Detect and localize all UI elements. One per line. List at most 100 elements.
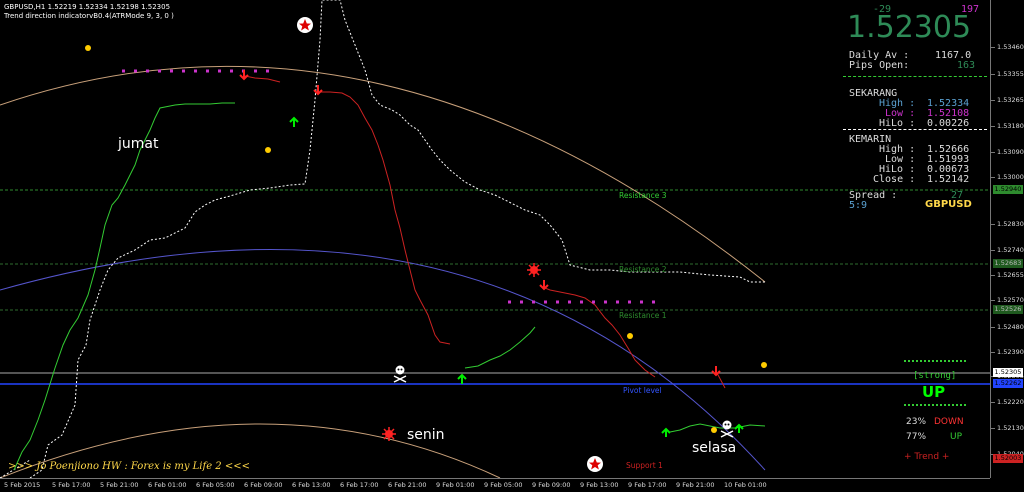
price-tick-mark [991, 352, 995, 353]
gold-dot [761, 362, 767, 368]
support1-label: Support 1 [626, 461, 663, 470]
prev-close-label: Close : [873, 174, 916, 185]
buy-arrow-2 [457, 373, 467, 384]
pips-open-label: Pips Open: [849, 60, 910, 71]
price-level-box: 1.52683 [993, 259, 1023, 268]
price-tick-mark [991, 428, 995, 429]
price-tick-label: 1.52220 [997, 398, 1024, 406]
chart-header-symbol: GBPUSD,H1 1.52219 1.52334 1.52198 1.5230… [4, 3, 171, 11]
star-badge-icon [587, 456, 603, 472]
price-tick-label: 1.53460 [997, 43, 1024, 51]
time-tick-label: 6 Feb 17:00 [340, 481, 379, 489]
annotation-senin: senin [407, 427, 445, 443]
price-tick-label: 1.53265 [997, 96, 1024, 104]
price-tick-label: 1.52130 [997, 424, 1024, 432]
time-axis[interactable]: 5 Feb 2015 5 Feb 17:00 5 Feb 21:00 6 Feb 01… [0, 478, 990, 492]
price-tick-label: 1.53355 [997, 70, 1024, 78]
resistance2-label: Resistance 2 [619, 265, 667, 274]
time-tick-label: 9 Feb 21:00 [676, 481, 715, 489]
pivot-label: Pivot level [623, 386, 662, 395]
gold-dot [85, 45, 91, 51]
gold-dot [627, 333, 633, 339]
time-tick-label: 5 Feb 21:00 [100, 481, 139, 489]
middle-arc [0, 249, 766, 471]
resistance3-label: Resistance 3 [619, 191, 667, 200]
time-tick-label: 5 Feb 17:00 [52, 481, 91, 489]
time-tick-label: 6 Feb 05:00 [196, 481, 235, 489]
prev-close-value: 1.52142 [927, 174, 970, 185]
chart-header-indicator: Trend direction indicatorvB0.4(ATRMode 9… [4, 12, 174, 20]
trend-divider [904, 360, 966, 362]
price-tick-mark [991, 300, 995, 301]
price-chart[interactable] [0, 0, 990, 478]
info-panel: -29 197 1.52305 Daily Av : 1167.0 Pips O… [843, 4, 990, 304]
buy-arrow-1 [289, 116, 299, 127]
footer-signature: >>> Jo Poenjiono HW : Forex is my Life 2… [8, 461, 250, 472]
red-burst-icon [527, 263, 541, 277]
time-tick-label: 9 Feb 01:00 [436, 481, 475, 489]
red-trend-line-4 [716, 372, 726, 389]
price-axis[interactable]: 1.53460 1.53355 1.53265 1.53180 1.53090 1.530… [990, 0, 1024, 478]
price-level-box: 1.52262 [993, 379, 1023, 388]
price-tick-mark [991, 275, 995, 276]
price-tick-label: 1.53090 [997, 148, 1024, 156]
trend-box: [strong] UP 23% DOWN 77% UP + Trend + [896, 360, 990, 478]
trend-strength: [strong] [913, 371, 957, 381]
time-tick-label: 6 Feb 09:00 [244, 481, 283, 489]
price-tick-label: 1.52480 [997, 323, 1024, 331]
time-tick-label: 6 Feb 01:00 [148, 481, 187, 489]
sell-arrow-3 [539, 280, 549, 291]
upper-arc [0, 65, 766, 283]
down-label: DOWN [934, 417, 964, 427]
time-tick-label: 6 Feb 21:00 [388, 481, 427, 489]
price-tick-mark [991, 126, 995, 127]
mt4-chart-window: GBPUSD,H1 1.52219 1.52334 1.52198 1.5230… [0, 0, 1024, 492]
price-level-box: 1.52940 [993, 185, 1023, 194]
price-tick-mark [991, 47, 995, 48]
sell-arrow-1 [239, 70, 249, 81]
up-label: UP [950, 432, 963, 442]
pips-open-value: 163 [957, 60, 976, 71]
price-tick-label: 1.53180 [997, 122, 1024, 130]
price-tick-mark [991, 100, 995, 101]
price-tick-mark [991, 152, 995, 153]
green-trend-line-3 [669, 423, 766, 433]
green-trend-line-2 [464, 326, 536, 369]
now-hilo-label: HiLo : [879, 118, 916, 129]
price-level-box: 1.52305 [993, 368, 1023, 377]
star-badge-icon [297, 17, 313, 33]
price-tick-mark [991, 327, 995, 328]
price-tick-label: 1.52390 [997, 348, 1024, 356]
sell-arrow-2 [313, 85, 323, 96]
up-percent: 77% [906, 432, 927, 442]
trend-divider [904, 404, 966, 406]
sell-arrow-4 [711, 366, 721, 377]
green-trend-line-1 [13, 102, 235, 471]
buy-arrow-3 [661, 427, 671, 437]
price-tick-label: 1.53000 [997, 173, 1024, 181]
annotation-jumat: jumat [118, 136, 159, 152]
resistance1-label: Resistance 1 [619, 311, 667, 320]
annotation-selasa: selasa [692, 440, 737, 456]
now-hilo-value: 0.00226 [927, 118, 970, 129]
panel-divider [843, 76, 987, 77]
time-tick-label: 10 Feb 01:00 [724, 481, 767, 489]
price-tick-mark [991, 177, 995, 178]
skull-icon [393, 365, 407, 383]
time-tick-label: 5 Feb 2015 [4, 481, 41, 489]
price-level-box: 1.52003 [993, 454, 1023, 463]
time-tick-label: 9 Feb 09:00 [532, 481, 571, 489]
red-trend-line-3 [539, 285, 656, 378]
time-tick-label: 9 Feb 17:00 [628, 481, 667, 489]
gold-dot [711, 427, 717, 433]
time-tick-label: 9 Feb 13:00 [580, 481, 619, 489]
price-tick-mark [991, 250, 995, 251]
price-tick-mark [991, 224, 995, 225]
red-trend-line-2 [320, 91, 451, 345]
gold-dot [265, 147, 271, 153]
price-tick-label: 1.52570 [997, 296, 1024, 304]
price-level-box: 1.52526 [993, 305, 1023, 314]
panel-divider [843, 129, 987, 130]
price-tick-label: 1.52830 [997, 220, 1024, 228]
price-tick-label: 1.52740 [997, 246, 1024, 254]
